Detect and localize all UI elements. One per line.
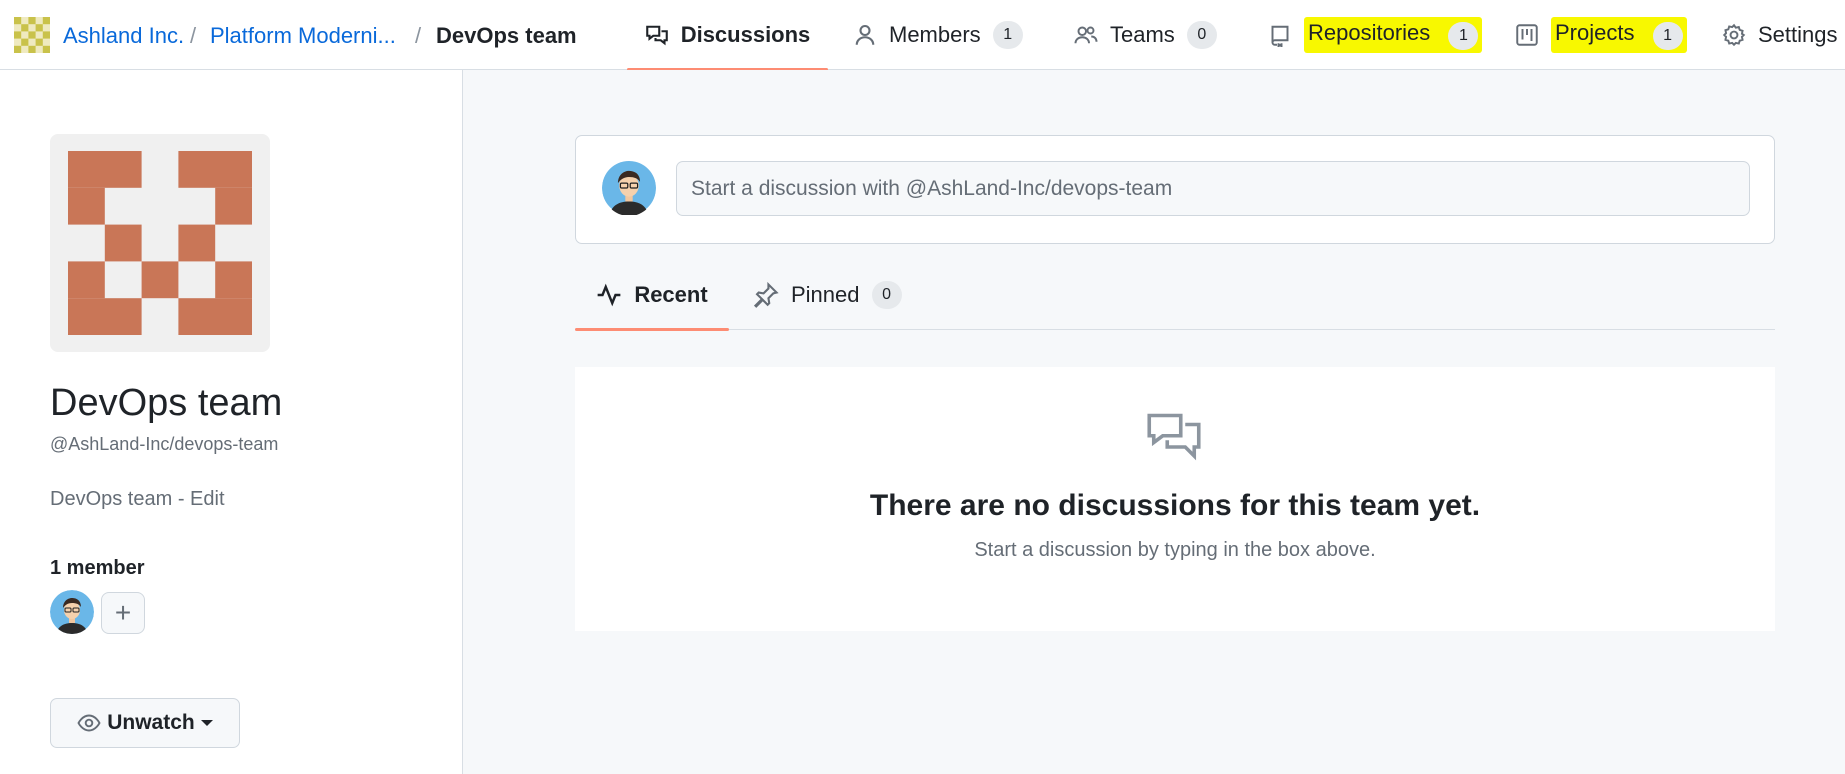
repositories-count-badge: 1 [1448, 22, 1479, 50]
members-heading: 1 member [50, 557, 145, 579]
edit-description-link[interactable]: Edit [190, 488, 224, 510]
repositories-highlight: Repositories 1 [1304, 17, 1483, 53]
team-description: DevOps team - Edit [50, 488, 225, 511]
composer-avatar [602, 160, 656, 216]
breadcrumb-org-link[interactable]: Ashland Inc. [63, 23, 184, 49]
subtab-recent[interactable]: Recent [575, 260, 729, 331]
team-identicon [68, 151, 252, 335]
org-logo-icon[interactable] [14, 17, 50, 53]
discussion-input[interactable] [676, 161, 1750, 216]
empty-state-title: There are no discussions for this team y… [869, 489, 1481, 522]
teams-count-badge: 0 [1186, 21, 1217, 49]
tab-projects-label: Projects [1555, 20, 1635, 45]
member-avatar[interactable] [50, 590, 94, 634]
breadcrumb-current-team: DevOps team [436, 23, 577, 48]
breadcrumb-separator: / [190, 23, 197, 48]
team-description-text: DevOps team [50, 488, 173, 510]
chevron-down-icon [200, 720, 213, 726]
tab-teams-label: Teams [1110, 22, 1175, 47]
subtab-pinned[interactable]: Pinned 0 [753, 260, 902, 330]
discussions-main: Recent Pinned 0 There are no discussions… [463, 70, 1845, 774]
tab-teams[interactable]: Teams 0 [1074, 0, 1217, 70]
eye-icon [77, 714, 101, 732]
projects-highlight: Projects 1 [1551, 17, 1687, 53]
user-avatar-icon [602, 161, 656, 215]
pinned-count-badge: 0 [871, 281, 902, 309]
team-handle: @AshLand-Inc/devops-team [50, 434, 279, 454]
user-avatar-icon [50, 590, 94, 634]
team-sidebar: DevOps team @AshLand-Inc/devops-team Dev… [0, 70, 463, 774]
gear-icon [1722, 23, 1746, 47]
discussion-subtabs: Recent Pinned 0 [575, 260, 1775, 331]
breadcrumb-project-link[interactable]: Platform Moderni... [210, 23, 396, 49]
subtab-pinned-label: Pinned [791, 282, 860, 307]
comment-discussion-icon [1147, 413, 1201, 461]
people-icon [1074, 26, 1098, 44]
tab-discussions[interactable]: Discussions [627, 0, 828, 71]
pulse-icon [597, 283, 621, 307]
tab-repositories[interactable]: Repositories 1 [1268, 0, 1483, 70]
members-count-badge: 1 [992, 21, 1023, 49]
empty-state: There are no discussions for this team y… [575, 367, 1775, 631]
comment-discussion-icon [645, 25, 668, 46]
projects-count-badge: 1 [1652, 22, 1683, 50]
team-name: DevOps team [50, 382, 283, 424]
breadcrumb-separator: / [415, 23, 422, 48]
tab-repositories-label: Repositories [1308, 20, 1431, 45]
person-icon [855, 24, 875, 45]
tab-settings[interactable]: Settings [1722, 0, 1838, 70]
add-member-button[interactable]: + [101, 592, 145, 634]
repo-icon [1271, 25, 1289, 47]
description-separator: - [172, 488, 191, 510]
tab-members[interactable]: Members 1 [853, 0, 1023, 70]
team-avatar [50, 134, 270, 352]
pin-icon [753, 282, 779, 308]
project-icon [1516, 24, 1538, 46]
subtab-recent-label: Recent [634, 282, 708, 307]
tab-projects[interactable]: Projects 1 [1515, 0, 1687, 70]
tab-discussions-label: Discussions [680, 22, 811, 47]
team-header: Ashland Inc. / Platform Moderni... / Dev… [0, 0, 1845, 71]
unwatch-button[interactable]: Unwatch [50, 698, 240, 748]
discussion-composer [575, 135, 1775, 244]
empty-state-subtitle: Start a discussion by typing in the box … [974, 539, 1376, 561]
tab-members-label: Members [889, 22, 981, 47]
tab-settings-label: Settings [1758, 22, 1838, 47]
unwatch-label: Unwatch [107, 711, 195, 734]
